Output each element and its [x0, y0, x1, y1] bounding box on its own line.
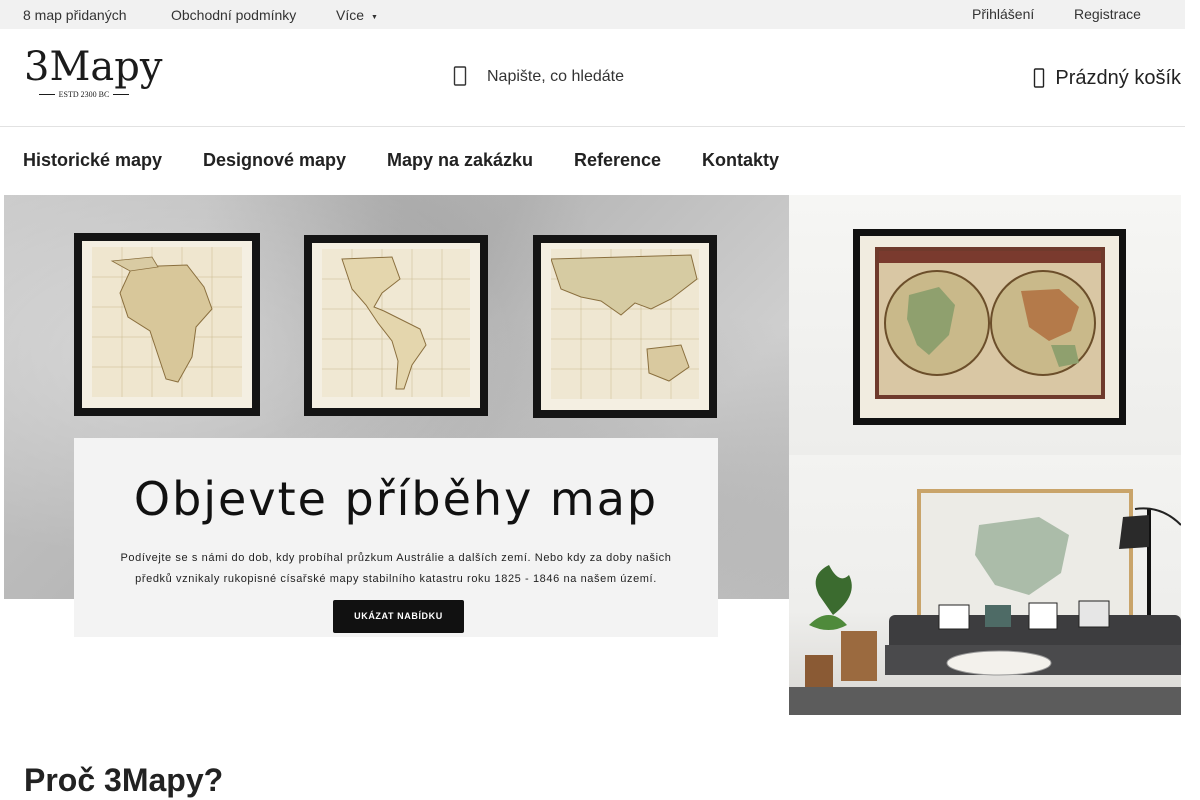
topbar-more-menu[interactable]: Více ▼ — [336, 7, 378, 23]
nav-item-contacts[interactable]: Kontakty — [702, 150, 779, 171]
caret-down-icon: ▼ — [371, 14, 378, 21]
header-divider — [0, 126, 1185, 127]
logo-tagline-row: ESTD 2300 BC — [24, 90, 144, 99]
why-3mapy-heading: Proč 3Mapy? — [24, 762, 224, 798]
show-offer-button[interactable]: UKÁZAT NABÍDKU — [333, 600, 464, 633]
framed-map-asia — [533, 235, 717, 418]
hero-text-panel: Objevte příběhy map Podívejte se s námi … — [74, 438, 718, 637]
africa-map-image — [92, 247, 242, 397]
nav-item-references[interactable]: Reference — [574, 150, 661, 171]
search-input[interactable]: Napište, co hledáte — [487, 68, 624, 86]
topbar-more-label: Více — [336, 7, 365, 23]
nav-item-custom-maps[interactable]: Mapy na zakázku — [387, 150, 533, 171]
hero-title: Objevte příběhy map — [133, 472, 659, 526]
hero-banner[interactable]: Objevte příběhy map Podívejte se s námi … — [4, 195, 789, 718]
world-map-image — [853, 229, 1126, 425]
framed-map-americas — [304, 235, 488, 416]
cart-label: Prázdný košík — [1055, 66, 1181, 89]
promo-tile-living-room[interactable] — [789, 455, 1181, 715]
site-logo[interactable]: 3Mapy ESTD 2300 BC — [24, 44, 162, 104]
topbar-link-terms[interactable]: Obchodní podmínky — [171, 7, 296, 23]
logo-tagline: ESTD 2300 BC — [58, 90, 110, 99]
search-box[interactable]: Napište, co hledáte — [453, 62, 733, 92]
top-utility-bar: 8 map přidaných Obchodní podmínky Více ▼ … — [0, 0, 1185, 29]
topbar-link-new-maps[interactable]: 8 map přidaných — [23, 7, 127, 23]
search-icon — [453, 66, 467, 86]
cart-button[interactable]: Prázdný košík — [1033, 63, 1181, 93]
americas-map-image — [322, 249, 470, 397]
hero-subtitle-line-2: předků vznikaly rukopisné císařské mapy … — [135, 573, 657, 585]
logo-wordmark: 3Mapy — [24, 44, 163, 90]
register-link[interactable]: Registrace — [1074, 6, 1141, 22]
framed-map-africa — [74, 233, 260, 416]
nav-item-design-maps[interactable]: Designové mapy — [203, 150, 346, 171]
living-room-image — [789, 489, 1181, 715]
nav-item-historical-maps[interactable]: Historické mapy — [23, 150, 162, 171]
cart-icon — [1034, 68, 1045, 88]
hero-subtitle: Podívejte se s námi do dob, kdy probíhal… — [94, 548, 698, 590]
login-link[interactable]: Přihlášení — [972, 6, 1034, 22]
hero-subtitle-line-1: Podívejte se s námi do dob, kdy probíhal… — [120, 552, 672, 564]
asia-map-image — [551, 249, 699, 399]
promo-tile-world-map[interactable] — [789, 195, 1181, 455]
logo-rule-left — [38, 94, 55, 95]
logo-rule-right — [113, 94, 130, 95]
